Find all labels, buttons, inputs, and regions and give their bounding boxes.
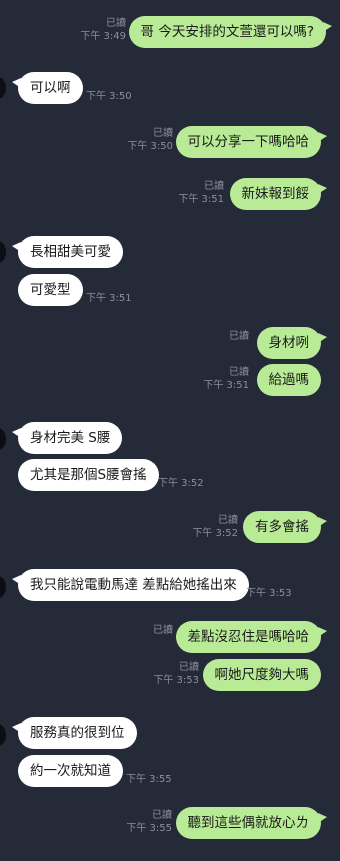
message-time: 下午 3:50 bbox=[127, 141, 173, 152]
read-receipt: 已讀 bbox=[229, 367, 249, 378]
message-time: 下午 3:51 bbox=[178, 194, 224, 205]
incoming-message[interactable]: 身材完美 S腰 bbox=[11, 422, 123, 454]
read-receipt: 已讀 bbox=[218, 515, 238, 526]
message-time: 下午 3:55 bbox=[126, 774, 172, 785]
outgoing-message[interactable]: 啊她尺度夠大嗎 bbox=[202, 659, 321, 691]
message-time: 下午 3:53 bbox=[153, 675, 199, 686]
outgoing-message[interactable]: 可以分享一下嗎哈哈 bbox=[175, 126, 327, 158]
message-meta: 已讀 下午 3:55 bbox=[126, 809, 172, 835]
incoming-message[interactable]: 服務真的很到位 bbox=[12, 717, 137, 749]
message-meta: 已讀 下午 3:51 bbox=[178, 180, 224, 206]
outgoing-message[interactable]: 差點沒忍住是嗎哈哈 bbox=[175, 621, 327, 653]
incoming-message[interactable]: 可以啊 bbox=[12, 72, 83, 104]
message-time: 下午 3:55 bbox=[126, 823, 172, 834]
message-time: 下午 3:50 bbox=[86, 91, 132, 102]
incoming-message[interactable]: 長相甜美可愛 bbox=[12, 236, 123, 268]
read-receipt: 已讀 bbox=[153, 625, 173, 636]
outgoing-message[interactable]: 給過嗎 bbox=[256, 364, 321, 396]
read-receipt: 已讀 bbox=[179, 662, 199, 673]
incoming-message[interactable]: 尤其是那個S腰會搖 bbox=[18, 459, 159, 491]
contact-avatar[interactable] bbox=[0, 576, 6, 598]
incoming-message[interactable]: 可愛型 bbox=[18, 274, 83, 306]
read-receipt: 已讀 bbox=[229, 331, 249, 342]
read-receipt: 已讀 bbox=[204, 181, 224, 192]
message-meta: 已讀 下午 3:53 bbox=[153, 661, 199, 687]
outgoing-message[interactable]: 新妹報到餒 bbox=[229, 178, 327, 210]
message-time: 下午 3:52 bbox=[192, 528, 238, 539]
read-receipt: 已讀 bbox=[106, 18, 126, 29]
incoming-message[interactable]: 約一次就知道 bbox=[18, 755, 123, 787]
message-meta: 已讀 下午 3:50 bbox=[127, 127, 173, 153]
outgoing-message[interactable]: 哥 今天安排的文萱還可以嗎? bbox=[128, 16, 333, 48]
message-meta: 已讀 bbox=[229, 330, 249, 343]
message-meta: 已讀 下午 3:49 bbox=[80, 17, 126, 43]
outgoing-message[interactable]: 聽到這些偶就放心ㄌ bbox=[175, 807, 327, 839]
message-time: 下午 3:51 bbox=[203, 380, 249, 391]
message-meta: 已讀 下午 3:51 bbox=[203, 366, 249, 392]
message-meta: 已讀 下午 3:52 bbox=[192, 514, 238, 540]
contact-avatar[interactable] bbox=[0, 77, 6, 99]
message-time: 下午 3:51 bbox=[86, 293, 132, 304]
contact-avatar[interactable] bbox=[0, 241, 6, 263]
read-receipt: 已讀 bbox=[152, 810, 172, 821]
message-time: 下午 3:53 bbox=[246, 588, 292, 599]
read-receipt: 已讀 bbox=[153, 128, 173, 139]
contact-avatar[interactable] bbox=[0, 724, 6, 746]
contact-avatar[interactable] bbox=[0, 428, 6, 450]
chat-area[interactable]: 已讀 下午 3:49 哥 今天安排的文萱還可以嗎? 可以啊 下午 3:50 已讀… bbox=[0, 0, 340, 861]
message-time: 下午 3:49 bbox=[80, 31, 126, 42]
outgoing-message[interactable]: 有多會搖 bbox=[243, 511, 327, 543]
outgoing-message[interactable]: 身材咧 bbox=[256, 327, 327, 359]
message-time: 下午 3:52 bbox=[158, 478, 204, 489]
incoming-message[interactable]: 我只能說電動馬達 差點給她搖出來 bbox=[12, 569, 249, 601]
message-meta: 已讀 bbox=[153, 624, 173, 637]
